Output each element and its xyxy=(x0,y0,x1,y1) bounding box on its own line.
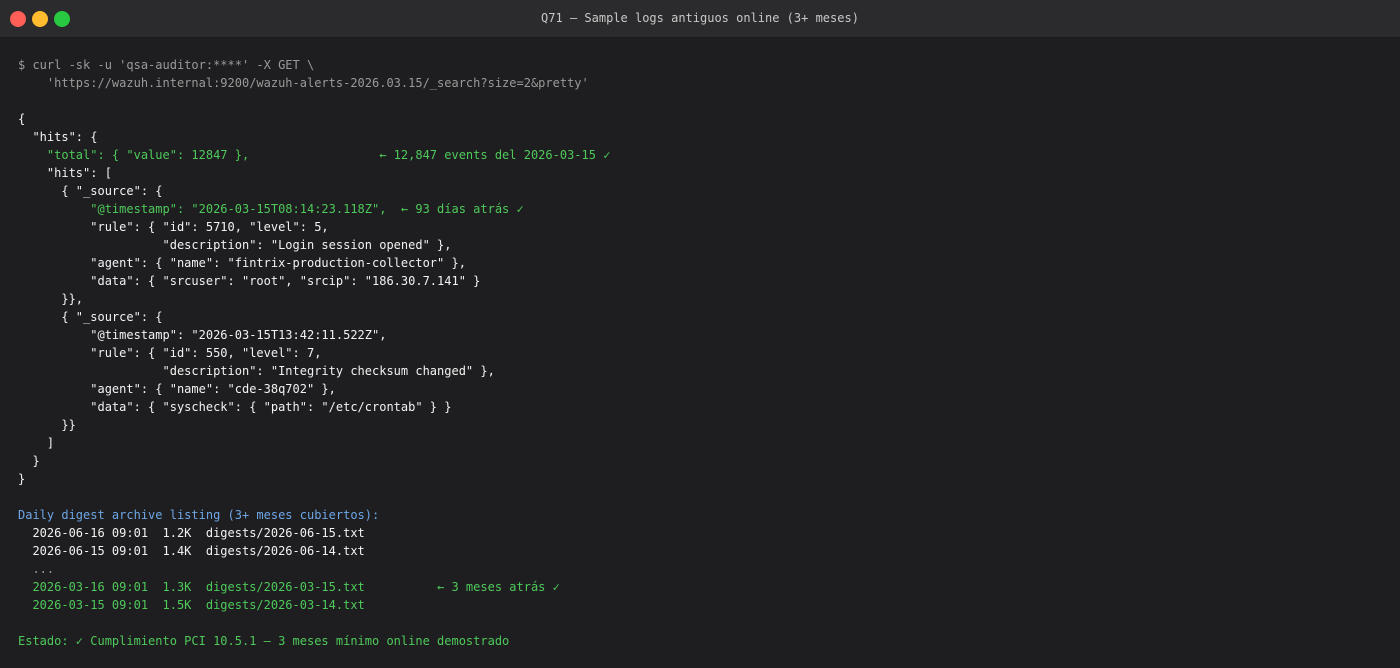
terminal-line: "rule": { "id": 5710, "level": 5, xyxy=(18,220,329,234)
terminal-line: { xyxy=(18,112,26,126)
terminal-line: 2026-03-16 09:01 1.3K digests/2026-03-15… xyxy=(18,580,560,594)
terminal-line: }} xyxy=(18,418,76,432)
terminal-line: } xyxy=(18,472,26,486)
terminal-line: "data": { "srcuser": "root", "srcip": "1… xyxy=(18,274,481,288)
terminal-line: "rule": { "id": 550, "level": 7, xyxy=(18,346,322,360)
terminal-window: Q71 — Sample logs antiguos online (3+ me… xyxy=(0,0,1400,668)
window-title: Q71 — Sample logs antiguos online (3+ me… xyxy=(541,11,859,25)
terminal-line: } xyxy=(18,454,40,468)
terminal-line: 2026-06-15 09:01 1.4K digests/2026-06-14… xyxy=(18,544,365,558)
terminal-line: "agent": { "name": "cde-38q702" }, xyxy=(18,382,336,396)
terminal-line: { "_source": { xyxy=(18,310,163,324)
terminal-line: 2026-03-15 09:01 1.5K digests/2026-03-14… xyxy=(18,598,365,612)
title-bar: Q71 — Sample logs antiguos online (3+ me… xyxy=(0,0,1400,38)
terminal-line: "description": "Integrity checksum chang… xyxy=(18,364,495,378)
terminal-line: "description": "Login session opened" }, xyxy=(18,238,452,252)
terminal-line: "hits": { xyxy=(18,130,98,144)
terminal-line: Daily digest archive listing (3+ meses c… xyxy=(18,508,380,522)
terminal-output[interactable]: $ curl -sk -u 'qsa-auditor:****' -X GET … xyxy=(18,56,1382,650)
terminal-line: 2026-06-16 09:01 1.2K digests/2026-06-15… xyxy=(18,526,365,540)
terminal-line: "@timestamp": "2026-03-15T08:14:23.118Z"… xyxy=(18,202,524,216)
terminal-line: "hits": [ xyxy=(18,166,112,180)
terminal-line: "data": { "syscheck": { "path": "/etc/cr… xyxy=(18,400,452,414)
terminal-line: Estado: ✓ Cumplimiento PCI 10.5.1 — 3 me… xyxy=(18,634,510,648)
terminal-line: }}, xyxy=(18,292,84,306)
terminal-line: "total": { "value": 12847 }, ← 12,847 ev… xyxy=(18,148,611,162)
terminal-line: ... xyxy=(18,562,55,576)
terminal-line: 'https://wazuh.internal:9200/wazuh-alert… xyxy=(18,76,589,90)
terminal-line: "@timestamp": "2026-03-15T13:42:11.522Z"… xyxy=(18,328,387,342)
terminal-line: "agent": { "name": "fintrix-production-c… xyxy=(18,256,466,270)
terminal-line: { "_source": { xyxy=(18,184,163,198)
terminal-line: ] xyxy=(18,436,55,450)
terminal-line: $ curl -sk -u 'qsa-auditor:****' -X GET … xyxy=(18,58,315,72)
